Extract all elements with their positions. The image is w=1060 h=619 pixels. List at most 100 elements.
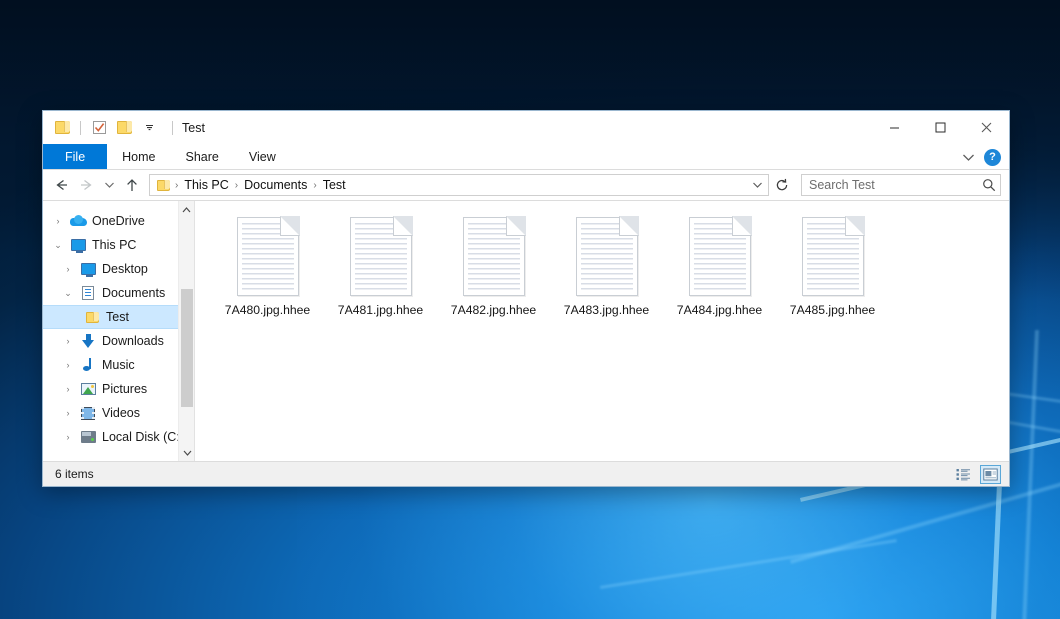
downloads-icon [77, 334, 99, 348]
window-controls [871, 111, 1009, 144]
search-input[interactable] [809, 178, 982, 192]
properties-icon[interactable] [89, 118, 109, 138]
sidebar-item-label: Pictures [99, 382, 147, 396]
toolbar-divider [80, 121, 81, 135]
sidebar-item-pictures[interactable]: › Pictures [43, 377, 194, 401]
scroll-down-button[interactable] [179, 444, 195, 461]
details-view-button[interactable] [953, 465, 974, 484]
file-list[interactable]: 7A480.jpg.hhee 7A481.jpg.hhee 7A482.jpg.… [195, 201, 1009, 461]
generic-document-icon [802, 217, 864, 296]
window-title: Test [182, 121, 205, 135]
file-name: 7A483.jpg.hhee [564, 303, 649, 317]
sidebar-item-label: Test [103, 310, 129, 324]
chevron-right-icon[interactable]: › [59, 432, 77, 442]
generic-document-icon [463, 217, 525, 296]
new-folder-icon[interactable] [114, 118, 134, 138]
title-bar: Test [43, 111, 1009, 144]
toolbar-divider [172, 121, 173, 135]
monitor-icon [67, 239, 89, 251]
ribbon-tabs: File Home Share View ? [43, 144, 1009, 170]
quick-access-toolbar [43, 118, 173, 138]
scrollbar-thumb[interactable] [181, 289, 193, 407]
chevron-down-icon[interactable] [139, 118, 159, 138]
tab-share[interactable]: Share [171, 144, 234, 169]
breadcrumb-bar[interactable]: › This PC › Documents › Test [149, 174, 769, 196]
ribbon-right-controls: ? [962, 144, 1001, 170]
tab-home[interactable]: Home [107, 144, 170, 169]
disk-icon [77, 431, 99, 443]
explorer-body: › OneDrive ⌄ This PC › Desktop [43, 200, 1009, 461]
sidebar-item-this-pc[interactable]: ⌄ This PC [43, 233, 194, 257]
sidebar-item-documents[interactable]: ⌄ Documents [43, 281, 194, 305]
breadcrumb: › This PC › Documents › Test [155, 178, 748, 192]
videos-icon [77, 407, 99, 420]
chevron-right-icon[interactable]: › [59, 264, 77, 274]
recent-locations-button[interactable] [101, 173, 118, 197]
chevron-right-icon[interactable]: › [59, 408, 77, 418]
folder-icon[interactable] [155, 180, 174, 191]
file-name: 7A481.jpg.hhee [338, 303, 423, 317]
chevron-down-icon[interactable]: ⌄ [49, 240, 67, 251]
chevron-down-icon[interactable]: ⌄ [59, 288, 77, 299]
close-button[interactable] [963, 111, 1009, 144]
folder-icon [81, 312, 103, 323]
list-item[interactable]: 7A485.jpg.hhee [776, 213, 889, 323]
file-explorer-window: Test File Home Share View [42, 110, 1010, 487]
file-name: 7A482.jpg.hhee [451, 303, 536, 317]
sidebar-item-downloads[interactable]: › Downloads [43, 329, 194, 353]
navigation-tree: › OneDrive ⌄ This PC › Desktop [43, 201, 194, 449]
chevron-right-icon[interactable]: › [59, 336, 77, 346]
refresh-button[interactable] [771, 174, 793, 196]
generic-document-icon [350, 217, 412, 296]
desktop: Test File Home Share View [0, 0, 1060, 619]
scroll-up-button[interactable] [179, 201, 194, 218]
list-item[interactable]: 7A482.jpg.hhee [437, 213, 550, 323]
tab-view[interactable]: View [234, 144, 291, 169]
view-buttons [953, 465, 1001, 484]
address-bar: › This PC › Documents › Test [43, 170, 1009, 200]
sidebar-item-label: Music [99, 358, 135, 372]
list-item[interactable]: 7A481.jpg.hhee [324, 213, 437, 323]
breadcrumb-item-test[interactable]: Test [318, 178, 351, 192]
breadcrumb-item-this-pc[interactable]: This PC [179, 178, 233, 192]
help-icon[interactable]: ? [984, 149, 1001, 166]
sidebar-item-label: Local Disk (C:) [99, 430, 184, 444]
maximize-button[interactable] [917, 111, 963, 144]
folder-icon[interactable] [52, 118, 72, 138]
search-box[interactable] [801, 174, 1001, 196]
documents-icon [77, 286, 99, 300]
sidebar-item-desktop[interactable]: › Desktop [43, 257, 194, 281]
file-name: 7A485.jpg.hhee [790, 303, 875, 317]
chevron-right-icon[interactable]: › [59, 360, 77, 370]
sidebar-item-label: OneDrive [89, 214, 145, 228]
breadcrumb-item-documents[interactable]: Documents [239, 178, 312, 192]
sidebar-item-label: Videos [99, 406, 140, 420]
navigation-pane-scrollbar[interactable] [178, 201, 194, 461]
list-item[interactable]: 7A483.jpg.hhee [550, 213, 663, 323]
music-icon [77, 358, 99, 372]
up-button[interactable] [120, 173, 144, 197]
sidebar-item-label: This PC [89, 238, 136, 252]
chevron-down-icon[interactable] [748, 181, 766, 189]
back-button[interactable] [49, 173, 73, 197]
minimize-button[interactable] [871, 111, 917, 144]
chevron-down-icon[interactable] [962, 153, 975, 162]
search-icon[interactable] [982, 178, 996, 192]
onedrive-icon [67, 215, 89, 227]
chevron-right-icon[interactable]: › [59, 384, 77, 394]
sidebar-item-onedrive[interactable]: › OneDrive [43, 209, 194, 233]
generic-document-icon [576, 217, 638, 296]
sidebar-item-local-disk[interactable]: › Local Disk (C:) [43, 425, 194, 449]
sidebar-item-test[interactable]: Test [43, 305, 194, 329]
generic-document-icon [689, 217, 751, 296]
sidebar-item-videos[interactable]: › Videos [43, 401, 194, 425]
tab-file[interactable]: File [43, 144, 107, 169]
sidebar-item-label: Downloads [99, 334, 164, 348]
sidebar-item-music[interactable]: › Music [43, 353, 194, 377]
list-item[interactable]: 7A484.jpg.hhee [663, 213, 776, 323]
forward-button[interactable] [75, 173, 99, 197]
large-icons-view-button[interactable] [980, 465, 1001, 484]
chevron-right-icon[interactable]: › [49, 216, 67, 226]
list-item[interactable]: 7A480.jpg.hhee [211, 213, 324, 323]
desktop-icon [77, 263, 99, 275]
